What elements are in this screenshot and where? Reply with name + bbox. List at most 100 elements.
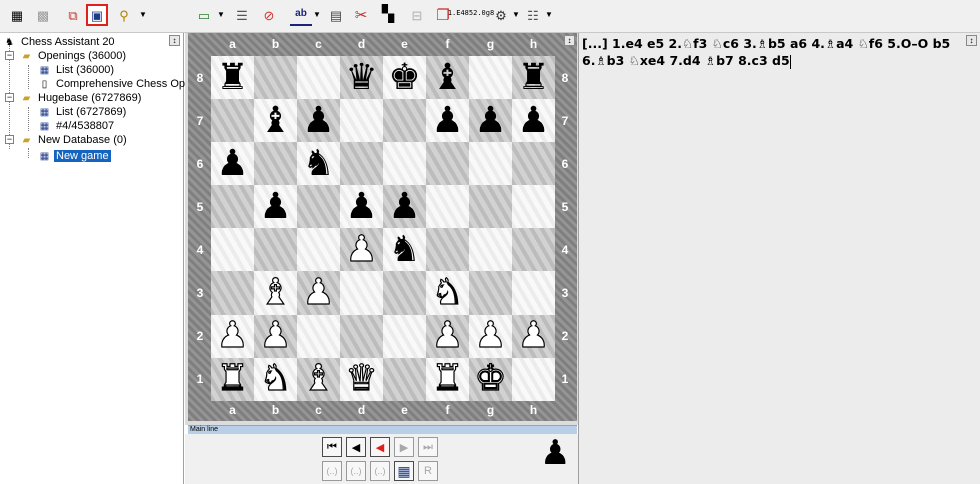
new-database-expander-icon[interactable]: − xyxy=(5,135,14,144)
table-button[interactable]: ▦ xyxy=(394,461,414,481)
square-e7[interactable] xyxy=(383,99,426,143)
square-g8[interactable] xyxy=(469,56,512,100)
square-e8[interactable]: ♚ xyxy=(383,56,426,100)
stop-icon[interactable]: ⊘ xyxy=(258,4,280,26)
square-e3[interactable] xyxy=(383,271,426,315)
black-queen-icon[interactable]: ♛ xyxy=(345,59,377,96)
white-pawn-icon[interactable]: ♟ xyxy=(345,231,378,268)
engine-icon[interactable]: ⚙ xyxy=(490,4,512,26)
calculator-icon[interactable]: ▤ xyxy=(325,4,347,26)
square-d4[interactable]: ♟ xyxy=(340,228,383,272)
white-knight-icon[interactable]: ♞ xyxy=(431,274,464,311)
tree-item-comprehensive[interactable]: ▯ Comprehensive Chess Openin xyxy=(38,77,208,91)
square-b7[interactable]: ♝ xyxy=(254,99,297,143)
database-copy-icon[interactable]: ⧉ xyxy=(62,4,84,26)
square-a7[interactable] xyxy=(211,99,254,143)
search-dropdown-icon[interactable]: ▼ xyxy=(139,10,147,19)
prev-red-button[interactable]: ◀ xyxy=(370,437,390,457)
black-pawn-icon[interactable]: ♟ xyxy=(259,188,291,225)
square-h2[interactable]: ♟ xyxy=(512,314,555,358)
square-f7[interactable]: ♟ xyxy=(426,99,469,143)
tree-item-new-database[interactable]: ▰ New Database (0) xyxy=(20,133,129,147)
square-a2[interactable]: ♟ xyxy=(211,314,254,358)
save-database-icon[interactable]: ▣ xyxy=(86,4,108,26)
tree-item-openings-list[interactable]: ▦ List (36000) xyxy=(38,63,116,77)
last-move-button[interactable]: ⏭ xyxy=(418,437,438,457)
square-h8[interactable]: ♜ xyxy=(512,56,555,100)
square-h7[interactable]: ♟ xyxy=(512,99,555,143)
square-c7[interactable]: ♟ xyxy=(297,99,340,143)
list-options-dropdown-icon[interactable]: ▼ xyxy=(545,10,553,19)
variation-2-button[interactable]: (..) xyxy=(346,461,366,481)
prev-move-button[interactable]: ◀ xyxy=(346,437,366,457)
square-h1[interactable] xyxy=(512,357,555,401)
square-d8[interactable]: ♛ xyxy=(340,56,383,100)
evaluation-display[interactable]: 1.E485 2.0 g8 xyxy=(448,2,494,24)
white-bishop-icon[interactable]: ♝ xyxy=(259,274,292,311)
notation-text-area[interactable]: [...] 1.e4 e5 2.♘f3 ♘c6 3.♗b5 a6 4.♗a4 ♘… xyxy=(582,35,952,69)
white-bishop-icon[interactable]: ♝ xyxy=(302,360,335,397)
first-move-button[interactable]: ⏮ xyxy=(322,437,342,457)
square-g2[interactable]: ♟ xyxy=(469,314,512,358)
tree-item-hugebase[interactable]: ▰ Hugebase (6727869) xyxy=(20,91,143,105)
grid-dim-icon[interactable]: ▩ xyxy=(32,4,54,26)
list-options-icon[interactable]: ☷ xyxy=(522,4,544,26)
square-f8[interactable]: ♝ xyxy=(426,56,469,100)
chess-board[interactable]: ♜ ♛ ♚ ♝ ♜ ♝ ♟ ♟ ♟ ♟ ♟ ♞ ♟ ♟ ♟ ♟ ♞ ♝ ♟ ♞ ♟ ♟ ♟ ♟ ♟ ♜ ♞ ♝ ♛ ♜ ♚ xyxy=(211,56,555,401)
square-a8[interactable]: ♜ xyxy=(211,56,254,100)
white-rook-icon[interactable]: ♜ xyxy=(431,360,464,397)
square-g3[interactable] xyxy=(469,271,512,315)
square-c4[interactable] xyxy=(297,228,340,272)
black-bishop-icon[interactable]: ♝ xyxy=(259,102,291,139)
square-b1[interactable]: ♞ xyxy=(254,357,297,401)
white-pawn-icon[interactable]: ♟ xyxy=(474,317,507,354)
square-b8[interactable] xyxy=(254,56,297,100)
square-e6[interactable] xyxy=(383,142,426,186)
square-d2[interactable] xyxy=(340,314,383,358)
text-box-icon[interactable]: ab xyxy=(290,4,312,26)
square-f4[interactable] xyxy=(426,228,469,272)
black-pawn-icon[interactable]: ♟ xyxy=(216,145,248,182)
square-e5[interactable]: ♟ xyxy=(383,185,426,229)
grid-icon[interactable]: ▦ xyxy=(6,4,28,26)
square-f2[interactable]: ♟ xyxy=(426,314,469,358)
black-rook-icon[interactable]: ♜ xyxy=(216,59,248,96)
square-c6[interactable]: ♞ xyxy=(297,142,340,186)
black-pawn-icon[interactable]: ♟ xyxy=(388,188,420,225)
white-pawn-icon[interactable]: ♟ xyxy=(259,317,292,354)
square-e2[interactable] xyxy=(383,314,426,358)
tree-root[interactable]: ♞ Chess Assistant 20 xyxy=(3,35,117,49)
square-c1[interactable]: ♝ xyxy=(297,357,340,401)
square-f1[interactable]: ♜ xyxy=(426,357,469,401)
tree-scroll-icon[interactable]: ↕ xyxy=(169,35,180,46)
black-pawn-icon[interactable]: ♟ xyxy=(302,102,334,139)
notation-panel[interactable]: ↕ [...] 1.e4 e5 2.♘f3 ♘c6 3.♗b5 a6 4.♗a4… xyxy=(578,33,980,484)
square-b2[interactable]: ♟ xyxy=(254,314,297,358)
square-a1[interactable]: ♜ xyxy=(211,357,254,401)
square-g6[interactable] xyxy=(469,142,512,186)
board-scroll-icon[interactable]: ↕ xyxy=(564,35,575,46)
checkerboard-icon[interactable]: ▚ xyxy=(377,4,399,26)
search-icon[interactable]: ⚲ xyxy=(113,4,135,26)
square-c3[interactable]: ♟ xyxy=(297,271,340,315)
square-a5[interactable] xyxy=(211,185,254,229)
square-d6[interactable] xyxy=(340,142,383,186)
monitor-dropdown-icon[interactable]: ▼ xyxy=(217,10,225,19)
white-pawn-icon[interactable]: ♟ xyxy=(216,317,249,354)
square-b3[interactable]: ♝ xyxy=(254,271,297,315)
black-bishop-icon[interactable]: ♝ xyxy=(431,59,463,96)
variation-1-button[interactable]: (..) xyxy=(322,461,342,481)
cut-icon[interactable]: ✂ xyxy=(350,4,372,26)
square-d5[interactable]: ♟ xyxy=(340,185,383,229)
square-h5[interactable] xyxy=(512,185,555,229)
engine-dropdown-icon[interactable]: ▼ xyxy=(512,10,520,19)
black-pawn-icon[interactable]: ♟ xyxy=(474,102,506,139)
tree-item-new-game[interactable]: ▦ New game xyxy=(38,149,111,163)
white-king-icon[interactable]: ♚ xyxy=(474,360,507,397)
square-h4[interactable] xyxy=(512,228,555,272)
black-knight-icon[interactable]: ♞ xyxy=(302,145,334,182)
square-g7[interactable]: ♟ xyxy=(469,99,512,143)
white-knight-icon[interactable]: ♞ xyxy=(259,360,292,397)
white-pawn-icon[interactable]: ♟ xyxy=(302,274,335,311)
square-g4[interactable] xyxy=(469,228,512,272)
